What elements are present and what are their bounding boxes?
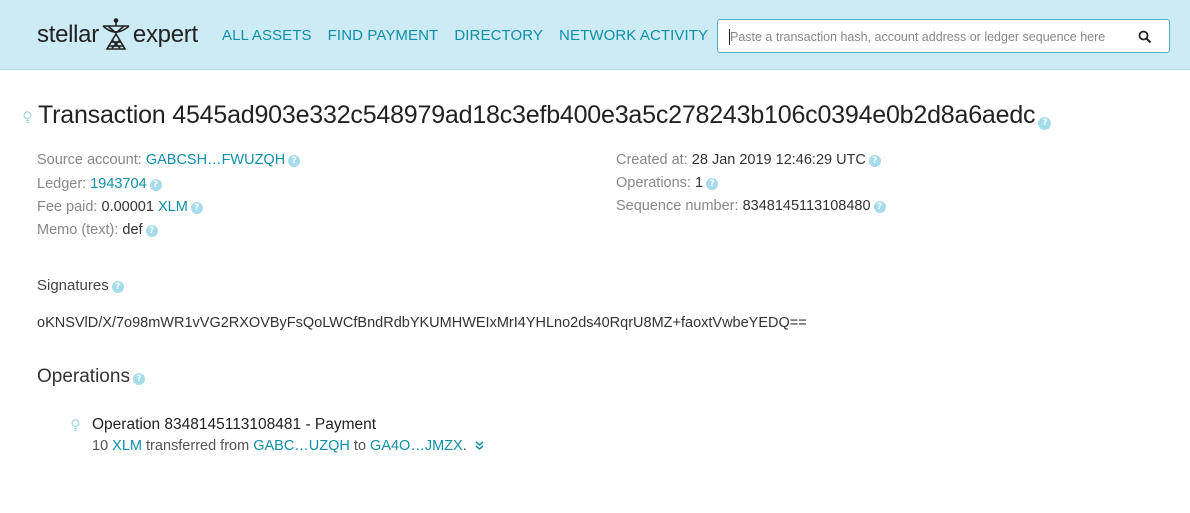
ledger-row: Ledger: 1943704? [37,176,162,192]
help-icon[interactable]: ? [873,201,886,213]
created-at-label: Created at: [616,152,688,168]
sequence-row: Sequence number: 8348145113108480? [616,198,886,214]
help-icon[interactable]: ? [868,155,881,167]
help-icon[interactable]: ? [145,225,158,237]
main-nav: ALL ASSETS FIND PAYMENT DIRECTORY NETWOR… [222,27,724,44]
created-at-row: Created at: 28 Jan 2019 12:46:29 UTC? [616,152,881,168]
help-icon[interactable]: ? [706,178,719,190]
nav-all-assets[interactable]: ALL ASSETS [222,27,312,44]
search-box [717,19,1170,53]
fee-amount: 0.00001 [101,199,154,215]
signatures-heading: Signatures? [37,277,124,294]
operations-count-value: 1 [695,175,704,191]
signatures-heading-text: Signatures [37,277,109,294]
fee-asset-link[interactable]: XLM [158,199,188,215]
help-icon[interactable]: ? [288,155,301,167]
lightbulb-icon[interactable] [23,111,32,124]
title-prefix: Transaction [38,101,166,129]
satellite-dish-icon [102,18,130,50]
lightbulb-icon[interactable] [71,419,80,432]
nav-network-activity[interactable]: NETWORK ACTIVITY [559,27,708,44]
top-header: stellar expert ALL ASSETS FIND PAYMENT D… [0,0,1190,70]
operations-count-row: Operations: 1? [616,175,719,191]
sequence-value: 8348145113108480 [742,198,871,214]
search-icon[interactable] [1138,30,1152,44]
created-at-value: 28 Jan 2019 12:46:29 UTC [691,152,866,168]
nav-find-payment[interactable]: FIND PAYMENT [328,27,439,44]
operation-description: 10 XLM transferred from GABC…UZQH to GA4… [92,438,485,454]
help-icon[interactable]: ? [1038,117,1052,130]
nav-directory[interactable]: DIRECTORY [454,27,543,44]
signature-value: oKNSVlD/X/7o98mWR1vVG2RXOVByFsQoLWCfBndR… [37,315,807,331]
operation-to-text: to [353,438,367,454]
fee-label: Fee paid: [37,199,98,215]
operations-heading-text: Operations [37,366,130,387]
ledger-label: Ledger: [37,176,87,192]
source-account-row: Source account: GABCSH…FWUZQH? [37,152,301,168]
source-account-label: Source account: [37,152,142,168]
operation-transferred-text: transferred from [146,438,250,454]
operation-amount: 10 [92,438,109,454]
operation-asset-link[interactable]: XLM [112,438,142,454]
site-logo[interactable]: stellar expert [37,18,198,52]
expand-chevron-icon[interactable] [474,440,485,451]
transaction-hash: 4545ad903e332c548979ad18c3efb400e3a5c278… [172,101,1036,129]
sequence-label: Sequence number: [616,198,739,214]
operation-to-link[interactable]: GA4O…JMZX [370,438,463,454]
memo-row: Memo (text): def? [37,222,158,238]
operations-count-label: Operations: [616,175,691,191]
source-account-link[interactable]: GABCSH…FWUZQH [146,152,285,168]
operation-title: Operation 8348145113108481 - Payment [92,416,377,433]
memo-value: def [122,222,143,238]
logo-text-left: stellar [37,21,99,48]
help-icon[interactable]: ? [132,373,145,385]
logo-text-right: expert [132,21,198,48]
fee-row: Fee paid: 0.00001 XLM? [37,199,203,215]
help-icon[interactable]: ? [111,281,124,293]
memo-label: Memo (text): [37,222,119,238]
help-icon[interactable]: ? [190,202,203,214]
search-input[interactable] [730,28,1130,46]
operation-period: . [462,438,467,454]
ledger-link[interactable]: 1943704 [90,176,146,192]
operations-heading: Operations? [37,366,145,388]
page-title: Transaction 4545ad903e332c548979ad18c3ef… [38,101,1052,130]
help-icon[interactable]: ? [149,179,162,191]
operation-from-link[interactable]: GABC…UZQH [253,438,350,454]
